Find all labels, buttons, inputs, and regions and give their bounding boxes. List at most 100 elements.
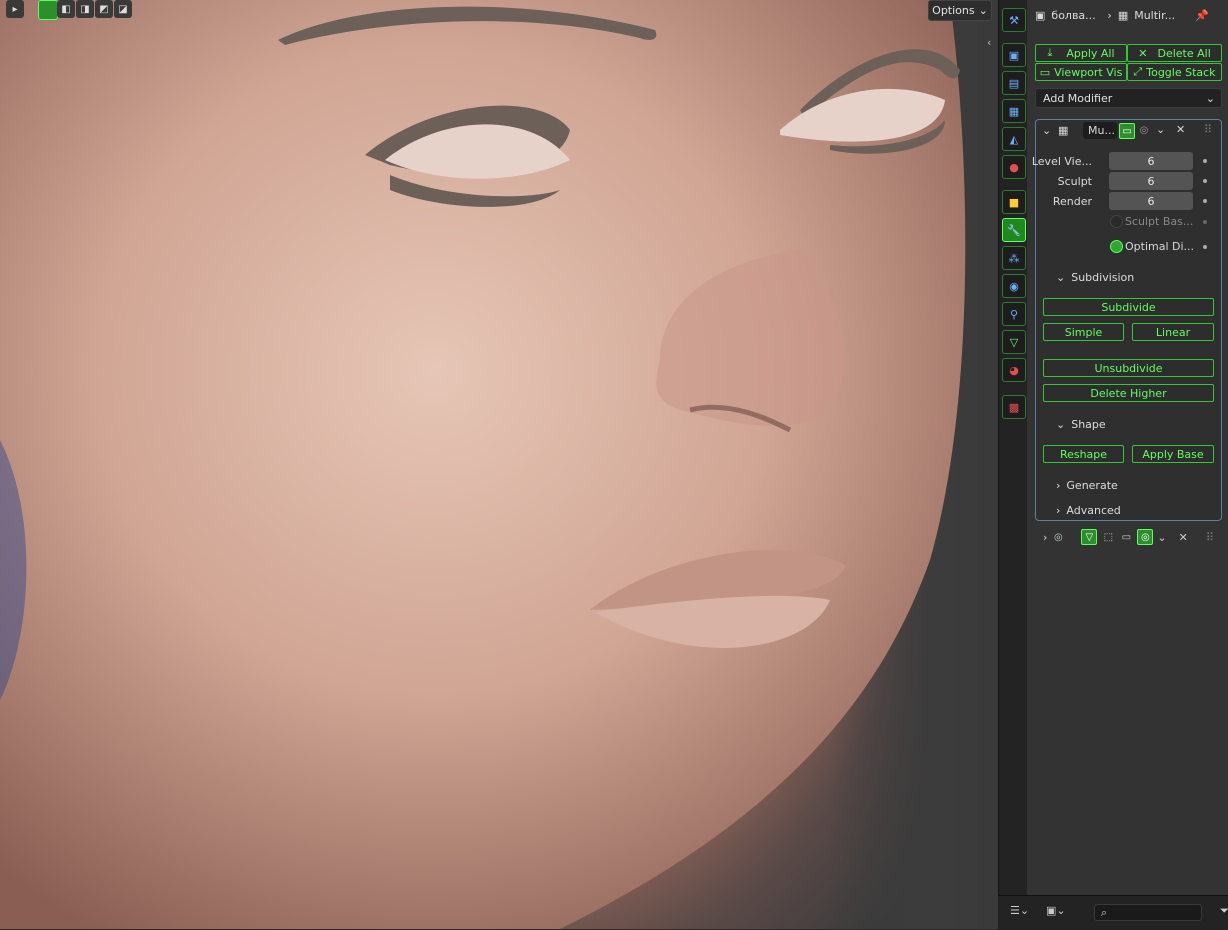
second-modifier-header[interactable]: › ◎ ▽ ⬚ ▭ ◎ ⌄ ✕ ⠿ — [1035, 527, 1222, 547]
object-icon: ▣ — [1035, 8, 1046, 22]
properties-tabs: ⚒ ▣ ▤ ▦ ◭ ● ■ 🔧 ⁂ ◉ ⚲ ▽ ◕ ▩ — [998, 0, 1028, 895]
select-tool-icon[interactable]: ▸ — [6, 0, 24, 18]
view-layer-tab-icon[interactable]: ▦ — [1002, 99, 1026, 123]
add-modifier-dropdown[interactable]: Add Modifier ⌄ — [1035, 88, 1222, 108]
advanced-section[interactable]: › Advanced — [1056, 504, 1121, 517]
modifier-type-icon: ◎ — [1054, 531, 1063, 543]
sidebar-collapse-icon[interactable]: ‹ — [987, 36, 991, 49]
subdivision-section[interactable]: ⌄ Subdivision — [1056, 271, 1134, 284]
optimal-display-checkbox[interactable] — [1110, 240, 1123, 253]
sculpt-base-label: Sculpt Bas... — [1125, 215, 1194, 228]
show-render-icon[interactable]: ◎ — [1137, 529, 1154, 545]
outliner-header: ☰⌄ ▣⌄ ⌕ ⏷ — [998, 895, 1228, 930]
world-tab-icon[interactable]: ● — [1002, 155, 1026, 179]
scene-tab-icon[interactable]: ◭ — [1002, 127, 1026, 151]
render-field[interactable]: 6 — [1109, 192, 1193, 210]
remove-modifier-icon[interactable]: ✕ — [1179, 531, 1188, 544]
physics-tab-icon[interactable]: ◉ — [1002, 274, 1026, 298]
chevron-down-icon[interactable]: ⌄ — [1156, 123, 1165, 136]
chevron-right-icon: › — [1043, 530, 1048, 544]
pin-icon[interactable]: 📌 — [1195, 9, 1209, 22]
reshape-button[interactable]: Reshape — [1043, 445, 1124, 463]
options-label: Options — [932, 4, 975, 17]
multires-icon: ▦ — [1058, 124, 1069, 137]
show-viewport-icon[interactable]: ▭ — [1119, 123, 1135, 139]
simple-button[interactable]: Simple — [1043, 323, 1124, 341]
show-render-icon[interactable]: ◎ — [1137, 123, 1151, 137]
options-dropdown[interactable]: Options ⌄ — [928, 0, 992, 21]
show-viewport-icon[interactable]: ▭ — [1119, 530, 1133, 544]
render-label: Render — [1052, 195, 1092, 208]
texture-tab-icon[interactable]: ▩ — [1002, 395, 1026, 419]
breadcrumb: ▣ болва... › ▦ Multir... 📌 — [1027, 0, 1228, 30]
data-tab-icon[interactable]: ▽ — [1002, 330, 1026, 354]
keyframe-dot-icon — [1203, 220, 1207, 224]
delete-higher-button[interactable]: Delete Higher — [1043, 384, 1214, 402]
delete-all-button[interactable]: ✕ Delete All — [1127, 44, 1222, 62]
render-tab-icon[interactable]: ▣ — [1002, 43, 1026, 67]
particles-tab-icon[interactable]: ⁂ — [1002, 246, 1026, 270]
chevron-down-icon: ⌄ — [1056, 271, 1066, 284]
viewport-vis-button[interactable]: ▭ Viewport Vis — [1035, 63, 1127, 81]
properties-panel: ▣ болва... › ▦ Multir... 📌 ⤓ Apply All ✕ D… — [1027, 0, 1228, 895]
remove-modifier-icon[interactable]: ✕ — [1176, 123, 1185, 136]
modifier-name-field[interactable]: Mu... — [1083, 122, 1117, 139]
drag-handle-icon[interactable]: ⠿ — [1204, 123, 1212, 136]
chevron-right-icon: › — [1107, 8, 1112, 22]
constraints-tab-icon[interactable]: ⚲ — [1002, 302, 1026, 326]
shape-section[interactable]: ⌄ Shape — [1056, 418, 1106, 431]
chevron-down-icon[interactable]: ⌄ — [1157, 531, 1166, 544]
add-modifier-label: Add Modifier — [1043, 91, 1113, 105]
keyframe-dot-icon[interactable] — [1203, 245, 1207, 249]
multires-modifier-panel: ⌄ ▦ Mu... ▭ ◎ ⌄ ✕ ⠿ Level Vie... 6 Sculp… — [1031, 119, 1222, 521]
expand-icon: ⤢ — [1133, 65, 1143, 78]
breadcrumb-object: болва... — [1051, 8, 1096, 22]
chevron-down-icon: ⌄ — [978, 4, 988, 17]
chevron-right-icon: › — [1056, 479, 1061, 492]
subdivide-button[interactable]: Subdivide — [1043, 298, 1214, 316]
filter-view-dropdown[interactable]: ▣⌄ — [1046, 904, 1066, 917]
output-tab-icon[interactable]: ▤ — [1002, 71, 1026, 95]
select-box-invert-icon[interactable]: ◩ — [95, 0, 113, 18]
chevron-down-icon: ⌄ — [1205, 91, 1215, 105]
keyframe-dot-icon[interactable] — [1203, 199, 1207, 203]
display-mode-dropdown[interactable]: ☰⌄ — [1010, 904, 1029, 917]
search-input[interactable]: ⌕ — [1094, 904, 1202, 921]
keyframe-dot-icon[interactable] — [1203, 159, 1207, 163]
select-box-extend-icon[interactable]: ◧ — [57, 0, 75, 18]
generate-section[interactable]: › Generate — [1056, 479, 1118, 492]
select-box-new-icon[interactable] — [38, 0, 58, 20]
modifier-grid-icon: ▦ — [1117, 8, 1129, 22]
edit-mode-icon[interactable]: ⬚ — [1101, 530, 1115, 544]
chevron-right-icon: › — [1056, 504, 1061, 517]
keyframe-dot-icon[interactable] — [1203, 179, 1207, 183]
apply-base-button[interactable]: Apply Base — [1132, 445, 1214, 463]
sculpt-field[interactable]: 6 — [1109, 172, 1193, 190]
select-box-subtract-icon[interactable]: ◨ — [76, 0, 94, 18]
download-icon: ⤓ — [1047, 46, 1053, 59]
apply-all-button[interactable]: ⤓ Apply All — [1035, 44, 1127, 62]
tool-tab-icon[interactable]: ⚒ — [1002, 8, 1026, 32]
collapse-chevron-icon[interactable]: ⌄ — [1042, 124, 1051, 137]
monitor-icon: ▭ — [1039, 65, 1051, 79]
material-tab-icon[interactable]: ◕ — [1002, 358, 1026, 382]
toggle-stack-button[interactable]: ⤢ Toggle Stack — [1127, 63, 1222, 81]
optimal-display-label: Optimal Di... — [1125, 240, 1195, 253]
level-viewport-label: Level Vie... — [1031, 155, 1092, 168]
3d-viewport[interactable]: ▸ ◧ ◨ ◩ ◪ Options ⌄ ‹ — [0, 0, 998, 929]
drag-handle-icon[interactable]: ⠿ — [1206, 531, 1214, 544]
close-icon: ✕ — [1138, 46, 1148, 60]
search-icon: ⌕ — [1101, 905, 1108, 919]
object-tab-icon[interactable]: ■ — [1002, 190, 1026, 214]
linear-button[interactable]: Linear — [1132, 323, 1214, 341]
chevron-down-icon: ⌄ — [1056, 418, 1066, 431]
select-box-intersect-icon[interactable]: ◪ — [114, 0, 132, 18]
sculpt-label: Sculpt — [1057, 175, 1092, 188]
sculpt-render — [0, 0, 966, 929]
filter-icon[interactable]: ⏷ — [1220, 904, 1228, 918]
unsubdivide-button[interactable]: Unsubdivide — [1043, 359, 1214, 377]
sculpt-base-checkbox[interactable] — [1110, 215, 1123, 228]
level-viewport-field[interactable]: 6 — [1109, 152, 1193, 170]
modifier-tab-icon[interactable]: 🔧 — [1002, 218, 1026, 242]
on-cage-icon[interactable]: ▽ — [1081, 529, 1098, 545]
